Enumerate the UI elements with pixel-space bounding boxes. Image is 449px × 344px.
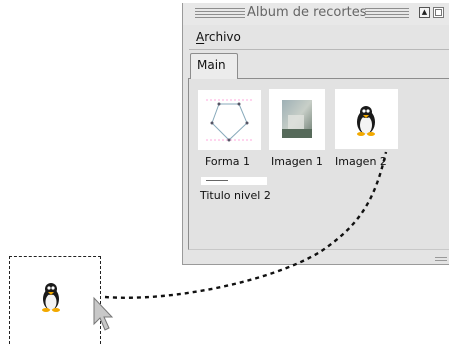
item-imagen-1-thumbnail[interactable] <box>269 89 325 150</box>
item-forma-1-thumbnail[interactable] <box>198 90 261 150</box>
pentagon-shape-icon <box>206 99 252 142</box>
menu-archivo[interactable]: Archivo <box>196 30 241 44</box>
title-grip-left <box>195 8 245 19</box>
resize-grip[interactable] <box>435 257 447 263</box>
mouse-pointer-icon <box>93 296 114 331</box>
window-title: Album de recortes <box>247 5 367 20</box>
item-label: Forma 1 <box>205 155 250 168</box>
clipboard-album-window: Album de recortes ▲ Archivo Main Forma 1… <box>182 3 449 265</box>
tab-main[interactable]: Main <box>190 53 238 79</box>
heading-thumbnail-icon[interactable] <box>201 177 267 185</box>
menu-archivo-accel: A <box>196 30 205 44</box>
title-bar[interactable]: Album de recortes ▲ <box>183 3 449 25</box>
menu-bar: Archivo <box>183 27 449 47</box>
menu-archivo-rest: rchivo <box>204 30 241 44</box>
penguin-icon <box>357 106 375 136</box>
shade-button[interactable]: ▲ <box>419 7 430 18</box>
item-label: Imagen 1 <box>271 155 323 168</box>
maximize-button[interactable] <box>433 7 444 18</box>
menu-separator <box>189 49 449 50</box>
photo-thumbnail-icon <box>282 100 312 138</box>
item-label: Titulo nivel 2 <box>200 189 271 202</box>
dragged-penguin-icon <box>42 283 60 312</box>
item-imagen-2-thumbnail[interactable] <box>335 89 398 149</box>
item-label: Imagen 2 <box>335 155 387 168</box>
title-grip-right <box>365 8 409 19</box>
